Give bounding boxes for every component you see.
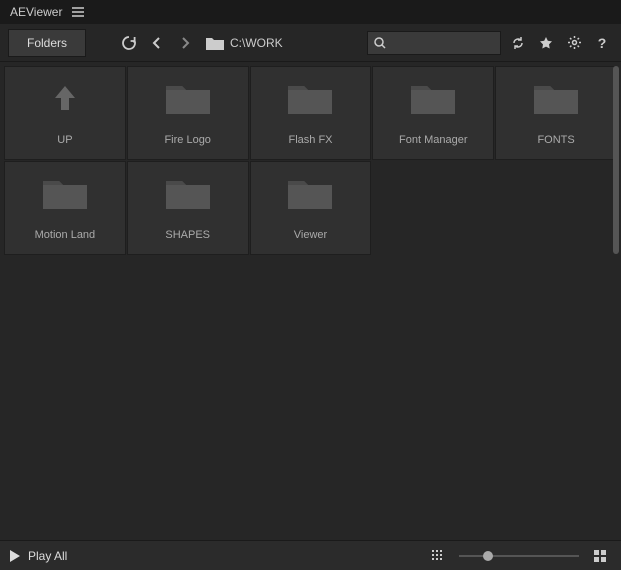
app-title: AEViewer xyxy=(10,5,62,19)
folder-tile[interactable]: FONTS xyxy=(495,66,617,160)
content-area: UP Fire Logo Flash FX Font Manager FONTS Moti… xyxy=(0,62,621,540)
search-input[interactable] xyxy=(390,37,494,49)
up-arrow-icon xyxy=(41,80,89,116)
folder-tile[interactable]: Flash FX xyxy=(250,66,372,160)
toolbar: Folders C:\WORK ? xyxy=(0,24,621,62)
forward-icon[interactable] xyxy=(174,32,196,54)
star-icon[interactable] xyxy=(535,32,557,54)
folder-icon xyxy=(206,36,224,50)
refresh-icon[interactable] xyxy=(118,32,140,54)
play-icon xyxy=(10,550,20,562)
folder-icon xyxy=(164,175,212,211)
folder-tile[interactable]: Viewer xyxy=(250,161,372,255)
tile-label: Flash FX xyxy=(288,134,332,146)
menu-icon[interactable] xyxy=(72,7,84,17)
folder-icon xyxy=(532,80,580,116)
folder-icon xyxy=(409,80,457,116)
folder-icon xyxy=(164,80,212,116)
folder-tile[interactable]: Motion Land xyxy=(4,161,126,255)
folder-tile[interactable]: Fire Logo xyxy=(127,66,249,160)
settings-icon[interactable] xyxy=(563,32,585,54)
sync-icon[interactable] xyxy=(507,32,529,54)
tile-label: Font Manager xyxy=(399,134,467,146)
grid-small-icon[interactable] xyxy=(427,545,449,567)
tile-label: Fire Logo xyxy=(164,134,210,146)
tile-label: UP xyxy=(57,134,72,146)
folder-icon xyxy=(286,80,334,116)
path-text: C:\WORK xyxy=(230,36,283,50)
folder-icon xyxy=(41,175,89,211)
folder-tile[interactable]: SHAPES xyxy=(127,161,249,255)
play-all-label: Play All xyxy=(28,549,67,563)
up-tile[interactable]: UP xyxy=(4,66,126,160)
path-bar[interactable]: C:\WORK xyxy=(206,36,283,50)
tile-label: FONTS xyxy=(537,134,574,146)
grid-large-icon[interactable] xyxy=(589,545,611,567)
tile-label: SHAPES xyxy=(165,229,210,241)
titlebar: AEViewer xyxy=(0,0,621,24)
zoom-slider-thumb[interactable] xyxy=(483,551,493,561)
svg-text:?: ? xyxy=(598,36,607,50)
tile-label: Viewer xyxy=(294,229,327,241)
search-box[interactable] xyxy=(367,31,501,55)
scrollbar[interactable] xyxy=(613,66,619,254)
folder-icon xyxy=(286,175,334,211)
search-icon xyxy=(374,37,386,49)
folder-grid: UP Fire Logo Flash FX Font Manager FONTS Moti… xyxy=(4,66,617,255)
play-all-button[interactable]: Play All xyxy=(10,549,67,563)
zoom-slider[interactable] xyxy=(459,555,579,557)
footer: Play All xyxy=(0,540,621,570)
help-icon[interactable]: ? xyxy=(591,32,613,54)
tile-label: Motion Land xyxy=(35,229,96,241)
folder-tile[interactable]: Font Manager xyxy=(372,66,494,160)
back-icon[interactable] xyxy=(146,32,168,54)
folders-button[interactable]: Folders xyxy=(8,29,86,57)
